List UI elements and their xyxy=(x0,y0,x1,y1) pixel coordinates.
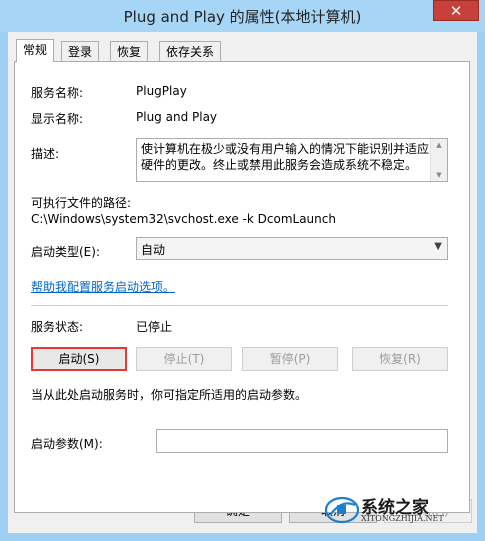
tab-recovery[interactable]: 恢复 xyxy=(110,41,149,61)
tab-dependencies[interactable]: 依存关系 xyxy=(159,41,222,61)
startup-type-label: 启动类型(E): xyxy=(31,245,100,259)
description-scrollbar[interactable]: ▲ ▼ xyxy=(430,139,447,181)
start-params-label: 启动参数(M): xyxy=(31,437,103,451)
resume-button[interactable]: 恢复(R) xyxy=(352,347,448,371)
description-text: 使计算机在极少或没有用户输入的情况下能识别并适应硬件的更改。终止或禁用此服务会造… xyxy=(141,142,430,172)
watermark-logo-icon xyxy=(325,496,359,524)
tab-general-label: 常规 xyxy=(23,43,48,57)
display-name-value: Plug and Play xyxy=(136,110,218,124)
tab-recovery-label: 恢复 xyxy=(117,45,142,59)
service-name-label: 服务名称: xyxy=(31,86,84,100)
pause-button[interactable]: 暂停(P) xyxy=(242,347,338,371)
exe-path-value: C:\Windows\system32\svchost.exe -k DcomL… xyxy=(31,212,336,226)
scroll-down-icon[interactable]: ▼ xyxy=(431,171,447,179)
general-tab-panel: 服务名称: PlugPlay 显示名称: Plug and Play 描述: 使… xyxy=(14,61,470,513)
tab-general[interactable]: 常规 xyxy=(16,39,55,62)
service-status-value: 已停止 xyxy=(136,320,173,334)
start-params-input[interactable] xyxy=(156,429,448,453)
site-watermark: 系统之家 XITONGZHIJIA.NET xyxy=(325,493,483,529)
description-label: 描述: xyxy=(31,147,60,161)
scroll-up-icon[interactable]: ▲ xyxy=(431,141,447,149)
start-button[interactable]: 启动(S) xyxy=(31,347,127,371)
description-box[interactable]: 使计算机在极少或没有用户输入的情况下能识别并适应硬件的更改。终止或禁用此服务会造… xyxy=(136,138,448,182)
watermark-url: XITONGZHIJIA.NET xyxy=(361,514,444,523)
start-params-hint: 当从此处启动服务时，你可指定所适用的启动参数。 xyxy=(31,388,308,402)
help-configure-link[interactable]: 帮助我配置服务启动选项。 xyxy=(31,278,175,295)
service-status-label: 服务状态: xyxy=(31,320,84,334)
divider xyxy=(31,305,448,306)
close-icon: ✕ xyxy=(449,2,463,20)
tab-logon-label: 登录 xyxy=(68,45,93,59)
window-title: Plug and Play 的属性(本地计算机) xyxy=(123,8,362,26)
exe-path-label: 可执行文件的路径: xyxy=(31,196,132,210)
title-bar: Plug and Play 的属性(本地计算机) ✕ xyxy=(0,0,485,32)
tab-logon[interactable]: 登录 xyxy=(61,41,100,61)
stop-button[interactable]: 停止(T) xyxy=(136,347,232,371)
startup-type-dropdown[interactable]: 自动 ▼ xyxy=(136,237,448,260)
close-button[interactable]: ✕ xyxy=(433,0,479,21)
chevron-down-icon: ▼ xyxy=(434,241,442,252)
tab-dependencies-label: 依存关系 xyxy=(166,45,215,59)
startup-type-value: 自动 xyxy=(141,243,166,257)
service-name-value: PlugPlay xyxy=(136,84,187,98)
display-name-label: 显示名称: xyxy=(31,112,84,126)
dialog-client-area: 常规 登录 恢复 依存关系 服务名称: PlugPlay 显示名称: Plug … xyxy=(8,32,477,533)
